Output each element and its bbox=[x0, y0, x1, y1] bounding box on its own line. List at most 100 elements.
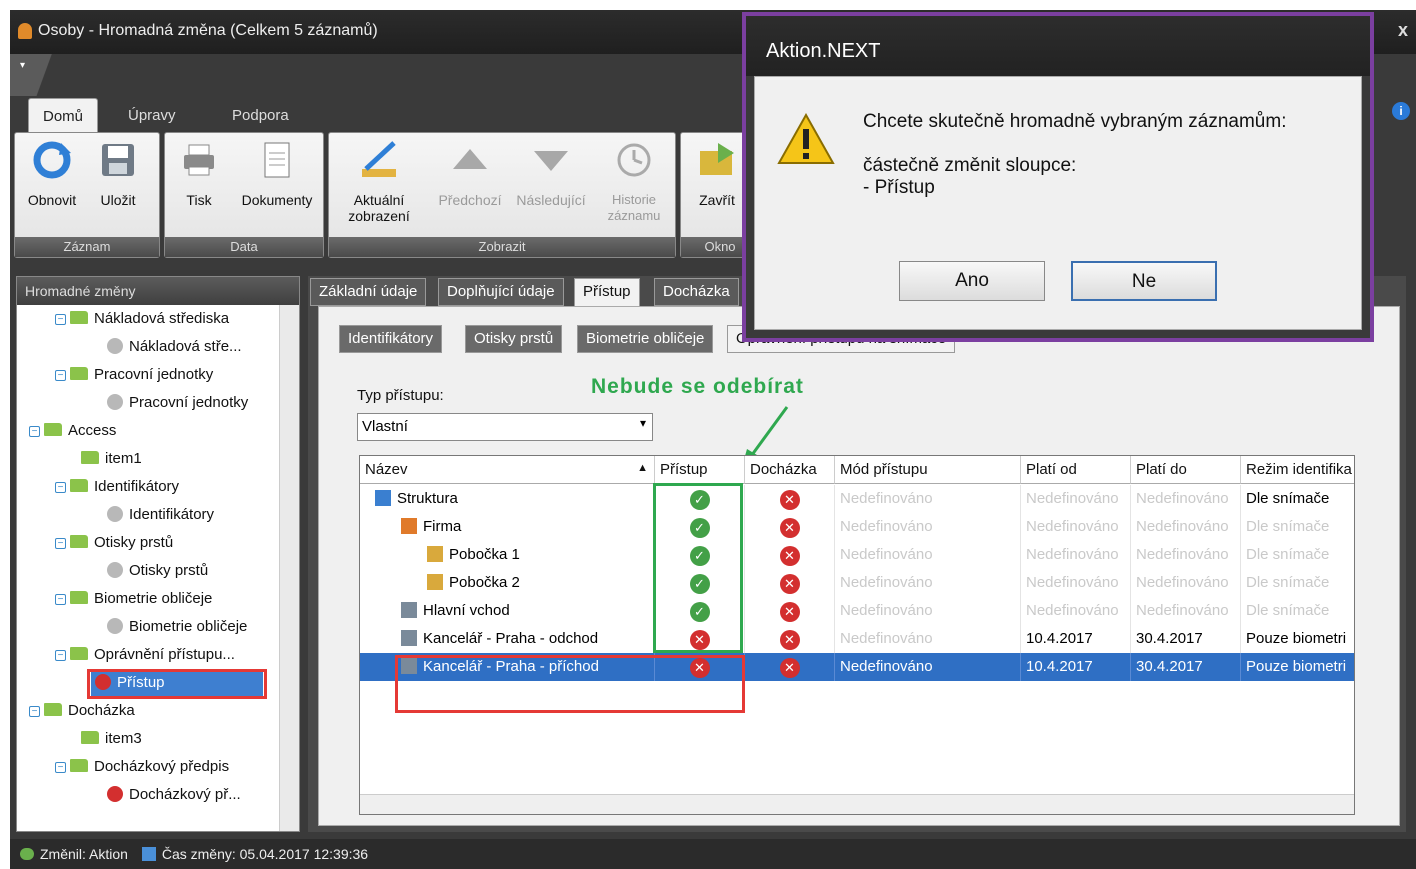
collapse-icon[interactable]: − bbox=[55, 370, 66, 381]
subtab-biometrie-obliceje[interactable]: Biometrie obličeje bbox=[577, 325, 714, 353]
tab-upravy[interactable]: Úpravy bbox=[114, 98, 190, 132]
cell-od[interactable]: Nedefinováno bbox=[1021, 569, 1131, 597]
cell-rezim[interactable]: Dle snímače bbox=[1241, 513, 1354, 541]
tab-dochazka[interactable]: Docházka bbox=[654, 278, 739, 306]
cell-od[interactable]: Nedefinováno bbox=[1021, 597, 1131, 625]
col-header-rezim[interactable]: Režim identifika bbox=[1241, 456, 1354, 484]
collapse-icon[interactable]: − bbox=[55, 762, 66, 773]
table-row[interactable]: Hlavní vchod ✓ ✕ Nedefinováno Nedefinováno Ne… bbox=[360, 597, 1354, 625]
tab-domu[interactable]: Domů bbox=[28, 98, 99, 132]
cell-mod[interactable]: Nedefinováno bbox=[835, 541, 1021, 569]
cell-do[interactable]: 30.4.2017 bbox=[1131, 625, 1241, 653]
cell-rezim[interactable]: Dle snímače bbox=[1241, 485, 1354, 513]
tree-item[interactable]: − Identifikátory bbox=[55, 475, 179, 501]
qat-menu-icon[interactable]: ▾ bbox=[20, 60, 25, 71]
cell-od[interactable]: Nedefinováno bbox=[1021, 513, 1131, 541]
tree-item[interactable]: Pracovní jednotky bbox=[107, 391, 248, 417]
tree-item[interactable]: item3 bbox=[81, 727, 142, 753]
cell-od[interactable]: 10.4.2017 bbox=[1021, 653, 1131, 681]
table-row[interactable]: Pobočka 1 ✓ ✕ Nedefinováno Nedefinováno Nedef… bbox=[360, 541, 1354, 569]
nasledujici-button[interactable]: Následující bbox=[509, 139, 593, 208]
col-header-plati-do[interactable]: Platí do bbox=[1131, 456, 1241, 484]
typ-pristupu-select[interactable]: Vlastní ▾ bbox=[357, 413, 653, 441]
no-button[interactable]: Ne bbox=[1071, 261, 1217, 301]
cell-od[interactable]: Nedefinováno bbox=[1021, 541, 1131, 569]
access-grid[interactable]: Název ▲ Přístup Docházka Mód přístupu Pla… bbox=[359, 455, 1355, 815]
cell-od[interactable]: 10.4.2017 bbox=[1021, 625, 1131, 653]
obnovit-button[interactable]: Obnovit bbox=[23, 139, 81, 208]
cell-od[interactable]: Nedefinováno bbox=[1021, 485, 1131, 513]
collapse-icon[interactable]: − bbox=[55, 538, 66, 549]
cell-do[interactable]: Nedefinováno bbox=[1131, 541, 1241, 569]
info-icon[interactable]: i bbox=[1392, 102, 1410, 120]
cell-dochazka[interactable]: ✕ bbox=[745, 625, 835, 653]
tab-podpora[interactable]: Podpora bbox=[218, 98, 303, 132]
tab-zakladni-udaje[interactable]: Základní údaje bbox=[310, 278, 427, 306]
collapse-icon[interactable]: − bbox=[55, 314, 66, 325]
subtab-identifikatory[interactable]: Identifikátory bbox=[339, 325, 443, 353]
cell-nazev[interactable]: Pobočka 1 bbox=[360, 541, 655, 569]
cell-mod[interactable]: Nedefinováno bbox=[835, 597, 1021, 625]
cell-nazev[interactable]: Hlavní vchod bbox=[360, 597, 655, 625]
collapse-icon[interactable]: − bbox=[29, 706, 40, 717]
predchozi-button[interactable]: Předchozí bbox=[433, 139, 507, 208]
ulozit-button[interactable]: Uložit bbox=[91, 139, 145, 208]
tisk-button[interactable]: Tisk bbox=[171, 139, 227, 208]
cell-nazev[interactable]: Kancelář - Praha - odchod bbox=[360, 625, 655, 653]
cell-dochazka[interactable]: ✕ bbox=[745, 597, 835, 625]
quick-access-toolbar[interactable]: ▾ bbox=[10, 54, 70, 96]
tree-scrollbar[interactable] bbox=[279, 305, 299, 831]
collapse-icon[interactable]: − bbox=[55, 650, 66, 661]
tree-item[interactable]: − Docházka bbox=[29, 699, 135, 725]
tree-item[interactable]: Biometrie obličeje bbox=[107, 615, 247, 641]
tree-item[interactable]: Otisky prstů bbox=[107, 559, 208, 585]
tree-item[interactable]: Identifikátory bbox=[107, 503, 214, 529]
tab-pristup[interactable]: Přístup bbox=[574, 278, 640, 306]
cell-do[interactable]: Nedefinováno bbox=[1131, 513, 1241, 541]
collapse-icon[interactable]: − bbox=[29, 426, 40, 437]
cell-rezim[interactable]: Dle snímače bbox=[1241, 569, 1354, 597]
dokumenty-button[interactable]: Dokumenty bbox=[235, 139, 319, 208]
cell-mod[interactable]: Nedefinováno bbox=[835, 513, 1021, 541]
cell-nazev[interactable]: Firma bbox=[360, 513, 655, 541]
tree-item[interactable]: Docházkový př... bbox=[107, 783, 241, 809]
cell-rezim[interactable]: Pouze biometri bbox=[1241, 625, 1354, 653]
cell-rezim[interactable]: Dle snímače bbox=[1241, 541, 1354, 569]
col-header-plati-od[interactable]: Platí od bbox=[1021, 456, 1131, 484]
cell-do[interactable]: 30.4.2017 bbox=[1131, 653, 1241, 681]
tree-item[interactable]: − Nákladová střediska bbox=[55, 307, 229, 333]
yes-button[interactable]: Ano bbox=[899, 261, 1045, 301]
collapse-icon[interactable]: − bbox=[55, 594, 66, 605]
tree-item[interactable]: − Biometrie obličeje bbox=[55, 587, 212, 613]
col-header-pristup[interactable]: Přístup bbox=[655, 456, 745, 484]
collapse-icon[interactable]: − bbox=[55, 482, 66, 493]
cell-do[interactable]: Nedefinováno bbox=[1131, 597, 1241, 625]
cell-nazev[interactable]: Pobočka 2 bbox=[360, 569, 655, 597]
cell-dochazka[interactable]: ✕ bbox=[745, 485, 835, 513]
tree-item[interactable]: − Access bbox=[29, 419, 116, 445]
cell-dochazka[interactable]: ✕ bbox=[745, 513, 835, 541]
cell-mod[interactable]: Nedefinováno bbox=[835, 625, 1021, 653]
tree-item[interactable]: Nákladová stře... bbox=[107, 335, 242, 361]
cell-mod[interactable]: Nedefinováno bbox=[835, 653, 1021, 681]
table-row[interactable]: Kancelář - Praha - odchod ✕ ✕ Nedefinováno 1… bbox=[360, 625, 1354, 653]
cell-do[interactable]: Nedefinováno bbox=[1131, 569, 1241, 597]
tab-doplnujici-udaje[interactable]: Doplňující údaje bbox=[438, 278, 564, 306]
cell-mod[interactable]: Nedefinováno bbox=[835, 485, 1021, 513]
table-row[interactable]: Pobočka 2 ✓ ✕ Nedefinováno Nedefinováno Nedef… bbox=[360, 569, 1354, 597]
col-header-dochazka[interactable]: Docházka bbox=[745, 456, 835, 484]
zavrit-button[interactable]: Zavřít bbox=[687, 139, 747, 208]
cell-do[interactable]: Nedefinováno bbox=[1131, 485, 1241, 513]
table-row[interactable]: Struktura ✓ ✕ Nedefinováno Nedefinováno Nedef… bbox=[360, 485, 1354, 513]
cell-dochazka[interactable]: ✕ bbox=[745, 653, 835, 681]
cell-dochazka[interactable]: ✕ bbox=[745, 541, 835, 569]
horizontal-scrollbar[interactable] bbox=[360, 794, 1354, 814]
tree-item[interactable]: − Docházkový předpis bbox=[55, 755, 229, 781]
aktualni-zobrazeni-button[interactable]: Aktuální zobrazení bbox=[333, 139, 425, 224]
cell-dochazka[interactable]: ✕ bbox=[745, 569, 835, 597]
tree-item[interactable]: − Otisky prstů bbox=[55, 531, 173, 557]
tree-item[interactable]: item1 bbox=[81, 447, 142, 473]
cell-rezim[interactable]: Dle snímače bbox=[1241, 597, 1354, 625]
subtab-otisky-prstu[interactable]: Otisky prstů bbox=[465, 325, 563, 353]
cell-nazev[interactable]: Struktura bbox=[360, 485, 655, 513]
